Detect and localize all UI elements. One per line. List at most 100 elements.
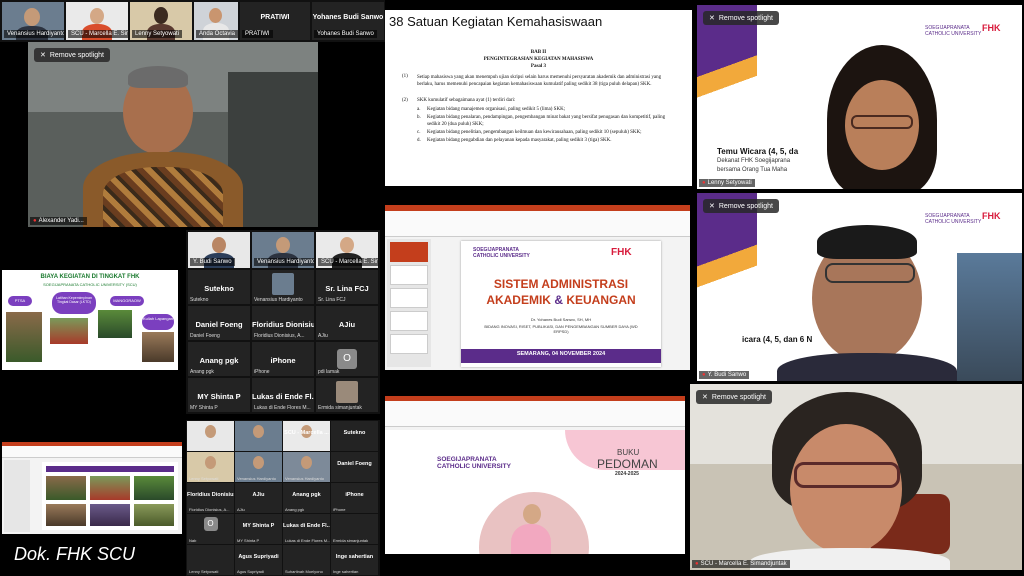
remove-spotlight-button[interactable]: ✕ Remove spotlight <box>703 11 779 25</box>
glasses <box>851 115 913 129</box>
top-strip: Venansius Hardiyanto SCU - Marcella E. S… <box>0 0 385 42</box>
video-tile[interactable]: O Nab <box>187 514 234 544</box>
video-tile[interactable] <box>187 421 234 451</box>
video-tile[interactable]: Lukas di Ende Fl... Lukas di Ende Flores … <box>252 378 314 412</box>
video-tile[interactable]: Anda Octavia <box>194 2 238 40</box>
video-tile[interactable]: SCU - Marcella ... <box>283 421 330 451</box>
person-hair <box>128 66 188 88</box>
video-tile[interactable]: Venansius Hardiyanto <box>283 452 330 482</box>
remove-spotlight-button[interactable]: ✕ Remove spotlight <box>703 199 779 213</box>
remove-spotlight-button[interactable]: ✕ Remove spotlight <box>696 390 772 404</box>
video-tile[interactable]: Suhartinah Moelyono <box>283 545 330 575</box>
participant-name: PRATIWI <box>242 30 273 38</box>
video-tile[interactable]: Venansius Hardiyanto <box>252 270 314 304</box>
participant-label: Sutekno <box>343 430 366 436</box>
main-speaker-tile[interactable]: ✕ Remove spotlight ● Alexander Yadi... <box>28 42 318 227</box>
slide-subtitle: SOEGIJAPRANATA CATHOLIC UNIVERSITY (SCU) <box>43 282 137 287</box>
video-tile[interactable]: SCU - Marcella E. Sima... <box>316 232 378 268</box>
participant-name: Venansius Hardiyanto <box>254 258 314 266</box>
pin-icon: ✕ <box>40 52 46 59</box>
ppt-ribbon <box>385 401 685 427</box>
video-tile[interactable]: Lukas di Ende Fl... Lukas di Ende Flores … <box>283 514 330 544</box>
paragraph: Setiap mahasiswa yang akan menempuh ujia… <box>417 75 662 87</box>
participant-name: Venansius Hardiyanto <box>4 30 64 38</box>
brand-logo: SOEGIJAPRANATA CATHOLIC UNIVERSITY <box>925 25 982 37</box>
video-tile[interactable]: Opdi lamak <box>316 342 378 376</box>
person-head <box>253 425 264 438</box>
item-list: a. Kegiatan bidang manajemen organisasi, … <box>417 106 677 144</box>
powerpoint-share: SOEGIJAPRANATA CATHOLIC UNIVERSITY FHK S… <box>385 205 690 370</box>
participant-label: PRATIWI <box>260 14 290 21</box>
video-tile[interactable]: Venansius Hardiyanto <box>235 452 282 482</box>
video-tile[interactable]: MY Shinta P MY Shinta P <box>235 514 282 544</box>
participant-name: Inge sahertian <box>333 569 359 574</box>
video-tile[interactable]: Agus Supriyadi Agus Supriyadi <box>235 545 282 575</box>
video-tile[interactable]: Lenny Setyowati <box>130 2 192 40</box>
video-tile[interactable]: Yohanes Budi Sanwo Yohanes Budi Sanwo <box>312 2 384 40</box>
video-tile[interactable]: Daniel Foeng Daniel Foeng <box>188 306 250 340</box>
mic-muted-icon: ● <box>695 561 699 567</box>
video-tile[interactable]: Lenny Setyowati <box>187 452 234 482</box>
video-tile[interactable]: PRATIWI PRATIWI <box>240 2 310 40</box>
participant-label: AJiu <box>252 492 265 498</box>
participant-label: Agus Supriyadi <box>238 554 279 560</box>
banner-title: icara (4, 5, dan 6 N <box>742 335 813 344</box>
participant-label: Anang pgk <box>292 492 321 498</box>
photo <box>142 332 174 362</box>
participant-name: ● SCU - Marcella E. Simandjuntak <box>692 560 790 568</box>
brand-logo: SOEGIJAPRANATA CATHOLIC UNIVERSITY <box>437 456 511 470</box>
video-tile[interactable] <box>235 421 282 451</box>
video-tile[interactable]: Anang pgk Anang pgk <box>188 342 250 376</box>
participant-label: iPhone <box>345 492 364 498</box>
participant-name: ● Lenny Setyowati <box>699 179 755 187</box>
participant-name: Lukas di Ende Flores M... <box>285 538 330 543</box>
video-tile[interactable]: Anang pgk Anang pgk <box>283 483 330 513</box>
video-tile[interactable]: Y. Budi Sanwo <box>188 232 250 268</box>
video-tile-marcella[interactable]: ✕ Remove spotlight ● SCU - Marcella E. Sim… <box>690 384 1022 570</box>
video-tile-lenny[interactable]: SOEGIJAPRANATA CATHOLIC UNIVERSITY FHK T… <box>697 5 1022 189</box>
video-tile[interactable]: Sr. Lina FCJ Sr. Lina FCJ <box>316 270 378 304</box>
person-body <box>511 524 551 554</box>
video-tile[interactable]: Ermida simanjuntak <box>316 378 378 412</box>
participant-name: Lenny Setyowati <box>132 30 183 38</box>
video-tile[interactable]: Venansius Hardiyanto <box>2 2 64 40</box>
video-tile[interactable]: Floridius Dionisius...Floridius Dionisiu… <box>252 306 314 340</box>
paragraph-number: (1) <box>402 74 408 79</box>
video-tile[interactable]: Lenny Setyowati <box>187 545 234 575</box>
mic-muted-icon: ● <box>702 180 706 186</box>
video-tile[interactable]: iPhone iPhone <box>331 483 378 513</box>
person-body <box>777 353 957 381</box>
paragraph-number: (2) <box>402 98 408 103</box>
remove-spotlight-button[interactable]: ✕ Remove spotlight <box>34 48 110 62</box>
book-label: PEDOMAN <box>597 457 658 471</box>
video-tile[interactable]: Venansius Hardiyanto <box>252 232 314 268</box>
participant-label: Inge sahertian <box>335 554 374 560</box>
video-tile[interactable]: SCU - Marcella E. Sima... <box>66 2 128 40</box>
gallery-view-bottom: SCU - Marcella ... Sutekno Lenny Setyowati… <box>186 420 380 576</box>
video-tile[interactable]: Floridius Dionisius...Floridius Dionisiu… <box>187 483 234 513</box>
video-tile[interactable]: Inge sahertian Inge sahertian <box>331 545 378 575</box>
video-tile[interactable]: Ermida simanjuntak <box>331 514 378 544</box>
photo <box>98 310 132 338</box>
presenter: Dr. Yohanes Budi Sanwo, SH, MH <box>530 317 592 322</box>
video-tile[interactable]: Sutekno <box>331 421 378 451</box>
pasal-heading: Pasal 3 <box>530 64 547 69</box>
participant-name: Venansius Hardiyanto <box>237 476 276 481</box>
participant-name: Anang pgk <box>285 507 305 512</box>
video-tile[interactable]: MY Shinta P MY Shinta P <box>188 378 250 412</box>
video-tile-budi[interactable]: SOEGIJAPRANATA CATHOLIC UNIVERSITY FHK i… <box>697 193 1022 381</box>
person-head <box>790 424 902 554</box>
participant-name: SCU - Marcella E. Sima... <box>68 30 128 38</box>
video-tile[interactable]: AJiu AJiu <box>316 306 378 340</box>
label-manggraow: MANGGRAOW <box>110 296 144 306</box>
participant-name: Lenny Setyowati <box>189 476 219 481</box>
banner-title: Temu Wicara (4, 5, da <box>717 147 799 156</box>
video-tile[interactable]: AJiu AJiu <box>235 483 282 513</box>
video-tile[interactable]: iPhone iPhone <box>252 342 314 376</box>
photo <box>50 318 88 344</box>
video-tile[interactable]: Sutekno Sutekno <box>188 270 250 304</box>
brand-logo: SOEGIJAPRANATA CATHOLIC UNIVERSITY <box>473 247 530 259</box>
video-tile[interactable]: Daniel Foeng <box>331 452 378 482</box>
person-head <box>301 456 312 469</box>
participant-label: Yohanes Budi Sanwo <box>312 14 384 21</box>
